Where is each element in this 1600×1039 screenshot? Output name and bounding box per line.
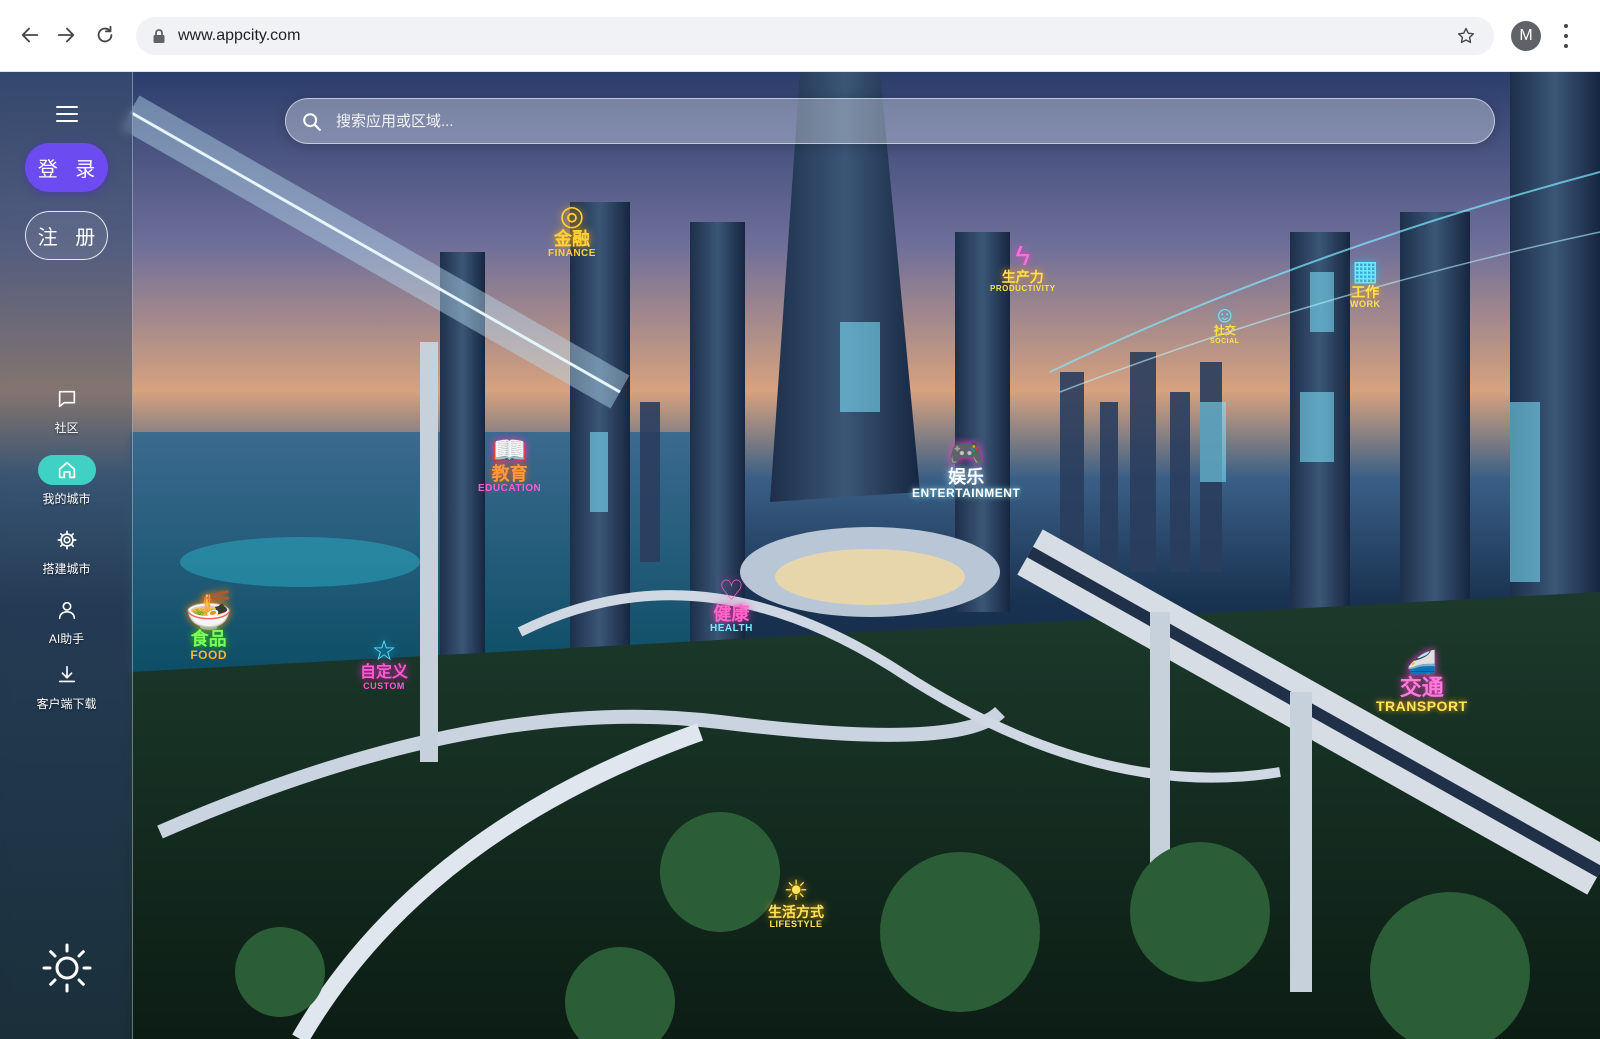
- sidebar-item-label: 我的城市: [42, 492, 91, 506]
- login-button[interactable]: 登 录: [25, 143, 108, 192]
- back-arrow-icon[interactable]: [15, 20, 45, 50]
- sidebar-item-download[interactable]: 客户端下载: [0, 660, 133, 712]
- search-bar[interactable]: [285, 98, 1495, 144]
- sidebar-item-label: AI助手: [48, 632, 85, 646]
- hamburger-menu-icon[interactable]: [56, 106, 78, 122]
- home-icon: [37, 455, 96, 485]
- sidebar-item-label: 搭建城市: [42, 562, 91, 576]
- search-icon: [303, 113, 321, 131]
- forward-arrow-icon[interactable]: [51, 20, 81, 50]
- people-icon: ☺: [1213, 302, 1236, 327]
- gear-icon: [38, 525, 96, 555]
- bowl-icon: 🍜: [185, 590, 233, 632]
- star-icon[interactable]: [1456, 26, 1476, 46]
- district-food[interactable]: 🍜 食品 FOOD: [185, 592, 232, 661]
- star-wand-icon: ☆: [371, 635, 397, 666]
- sidebar-item-build-city[interactable]: 搭建城市: [0, 525, 133, 577]
- sidebar-item-my-city[interactable]: 我的城市: [0, 455, 133, 507]
- lock-icon[interactable]: [152, 28, 166, 44]
- district-education[interactable]: 📖 教育 EDUCATION: [478, 437, 541, 494]
- sidebar-item-community[interactable]: 社区: [0, 384, 133, 436]
- district-health[interactable]: ♡ 健康 HEALTH: [710, 577, 753, 634]
- district-entertainment[interactable]: 🎮 娱乐 ENTERTAINMENT: [912, 440, 1020, 499]
- browser-toolbar: www.appcity.com M: [0, 0, 1600, 72]
- more-vert-icon[interactable]: [1561, 24, 1571, 48]
- sidebar-item-ai-assistant[interactable]: AI助手: [0, 595, 133, 647]
- download-icon: [38, 660, 96, 690]
- lightning-icon: ϟ: [1015, 240, 1031, 271]
- building-icon: ▦: [1352, 255, 1379, 286]
- chat-icon: [38, 384, 96, 414]
- address-bar[interactable]: www.appcity.com: [136, 17, 1494, 55]
- sidebar-item-label: 客户端下载: [36, 697, 97, 711]
- search-input[interactable]: [336, 99, 1476, 143]
- district-work[interactable]: ▦ 工作 WORK: [1350, 257, 1381, 309]
- district-finance[interactable]: ◎ 金融 FINANCE: [548, 202, 596, 259]
- district-custom[interactable]: ☆ 自定义 CUSTOM: [360, 637, 408, 691]
- heart-icon: ♡: [718, 575, 744, 606]
- city-scene: ◎ 金融 FINANCE ϟ 生产力 PRODUCTIVITY ▦ 工作 WOR…: [0, 72, 1600, 1039]
- district-transport[interactable]: 🚄 交通 TRANSPORT: [1376, 652, 1468, 714]
- person-icon: [38, 595, 96, 625]
- reload-icon[interactable]: [90, 20, 120, 50]
- car-train-icon: 🚄: [1406, 650, 1437, 677]
- gamepad-icon: 🎮: [948, 438, 984, 469]
- district-social[interactable]: ☺ 社交 SOCIAL: [1210, 304, 1239, 345]
- profile-avatar[interactable]: M: [1511, 21, 1541, 51]
- register-button[interactable]: 注 册: [25, 211, 108, 260]
- book-icon: 📖: [492, 435, 528, 466]
- sun-leaf-icon: ☀: [783, 875, 809, 906]
- sidebar-item-label: 社区: [54, 421, 79, 435]
- district-productivity[interactable]: ϟ 生产力 PRODUCTIVITY: [990, 242, 1056, 293]
- district-lifestyle[interactable]: ☀ 生活方式 LIFESTYLE: [768, 877, 824, 929]
- url-text[interactable]: www.appcity.com: [178, 27, 300, 45]
- sun-icon[interactable]: [41, 942, 93, 994]
- sidebar: 登 录 注 册 社区 我的城市 搭建城市 AI助手 客户端下载: [0, 72, 133, 1039]
- coins-icon: ◎: [559, 200, 585, 231]
